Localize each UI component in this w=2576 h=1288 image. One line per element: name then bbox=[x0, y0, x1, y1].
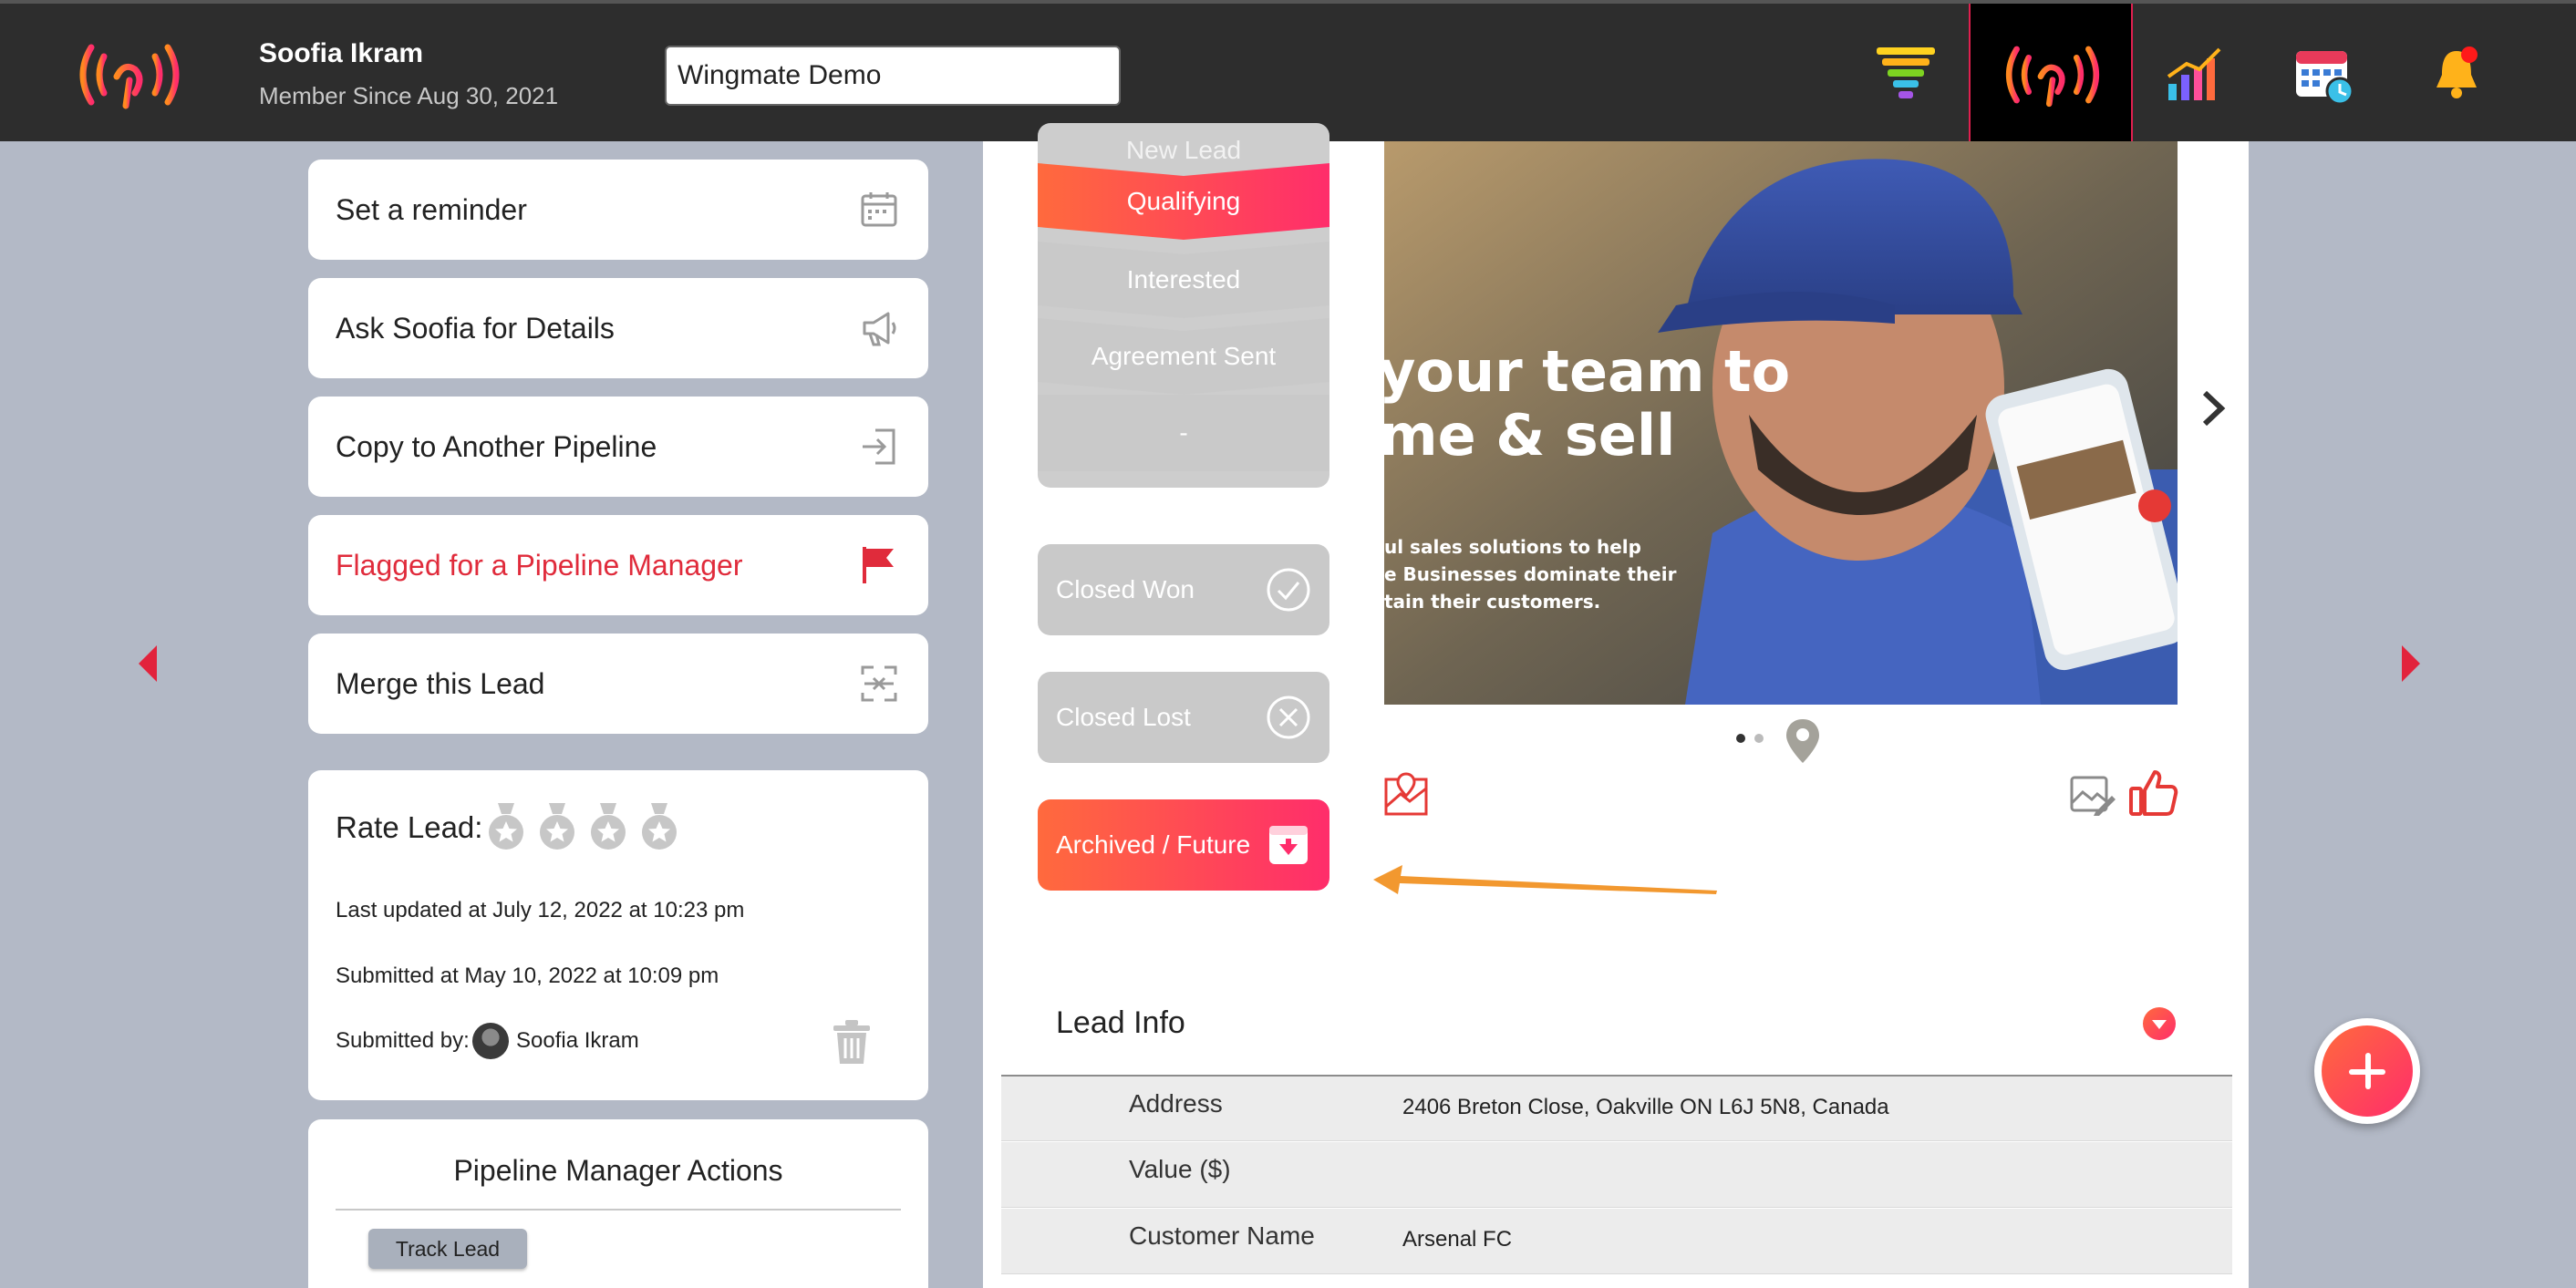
bell-icon[interactable] bbox=[2422, 40, 2491, 109]
photo-overlay-subtext: ul sales solutions to help e Businesses … bbox=[1384, 533, 1676, 615]
archived-future-label: Archived / Future bbox=[1056, 830, 1251, 859]
stage-interested[interactable]: Interested bbox=[1038, 242, 1329, 318]
info-key: Address bbox=[1129, 1089, 1223, 1118]
pipeline-selector[interactable]: Wingmate Demo bbox=[665, 46, 1121, 106]
location-pin-icon[interactable] bbox=[1784, 717, 1822, 765]
ask-details-label: Ask Soofia for Details bbox=[336, 311, 615, 345]
rating-star-icon[interactable] bbox=[638, 801, 680, 852]
closed-won-button[interactable]: Closed Won bbox=[1038, 544, 1329, 635]
info-value: Arsenal FC bbox=[1402, 1227, 1513, 1252]
merge-lead-button[interactable]: Merge this Lead bbox=[308, 634, 928, 734]
x-circle-icon bbox=[1267, 696, 1310, 739]
photo-overlay-line1: your team to bbox=[1384, 338, 1791, 405]
calendar-outline-icon bbox=[861, 192, 897, 227]
next-lead-arrow-icon[interactable] bbox=[2402, 645, 2420, 682]
submitter-name: Soofia Ikram bbox=[516, 1028, 639, 1053]
archived-future-button[interactable]: Archived / Future bbox=[1038, 799, 1329, 891]
photo-overlay-small2: e Businesses dominate their bbox=[1384, 563, 1677, 585]
flag-icon bbox=[863, 547, 894, 583]
calendar-icon[interactable] bbox=[2291, 40, 2360, 109]
rating-star-icon[interactable] bbox=[485, 801, 527, 852]
rate-lead-card: Rate Lead: Last updated at July 12, 2022… bbox=[308, 770, 928, 1100]
plus-icon bbox=[2322, 1025, 2413, 1117]
info-key: Value ($) bbox=[1129, 1155, 1231, 1183]
lead-info-collapse-icon[interactable] bbox=[2143, 1007, 2176, 1040]
stage-placeholder[interactable]: - bbox=[1038, 395, 1329, 471]
carousel-dot[interactable] bbox=[1754, 734, 1764, 743]
lead-info-row: Customer Name Arsenal FC bbox=[1001, 1208, 2232, 1274]
lead-main-panel: New Lead Qualifying Interested Agreement… bbox=[983, 123, 2249, 1288]
funnel-icon[interactable] bbox=[1871, 40, 1940, 109]
closed-won-label: Closed Won bbox=[1056, 575, 1195, 603]
lead-info-row: Value ($) bbox=[1001, 1141, 2232, 1208]
info-value: 2406 Breton Close, Oakville ON L6J 5N8, … bbox=[1402, 1095, 1889, 1119]
closed-lost-label: Closed Lost bbox=[1056, 703, 1191, 731]
move-in-icon bbox=[863, 428, 895, 465]
lead-photo[interactable]: your team to me & sell ul sales solution… bbox=[1384, 141, 2178, 705]
chart-icon[interactable] bbox=[2163, 40, 2232, 109]
stage-agreement-sent[interactable]: Agreement Sent bbox=[1038, 318, 1329, 395]
megaphone-icon bbox=[863, 312, 896, 346]
photo-overlay-line2: me & sell bbox=[1384, 402, 1676, 469]
set-reminder-label: Set a reminder bbox=[336, 192, 527, 226]
member-since: Member Since Aug 30, 2021 bbox=[259, 82, 559, 109]
rate-lead-label: Rate Lead: bbox=[336, 810, 483, 844]
submitted-by-label: Submitted by: bbox=[336, 1028, 470, 1053]
ask-details-button[interactable]: Ask Soofia for Details bbox=[308, 278, 928, 378]
rating-star-icon[interactable] bbox=[587, 801, 629, 852]
map-pin-icon[interactable] bbox=[1382, 770, 1430, 818]
flagged-manager-button[interactable]: Flagged for a Pipeline Manager bbox=[308, 515, 928, 615]
carousel-dot-active[interactable] bbox=[1736, 734, 1745, 743]
info-key: Customer Name bbox=[1129, 1221, 1315, 1250]
photo-overlay-small1: ul sales solutions to help bbox=[1384, 536, 1641, 558]
lead-info-row: Address 2406 Breton Close, Oakville ON L… bbox=[1001, 1075, 2232, 1141]
rating-star-icon[interactable] bbox=[536, 801, 578, 852]
stage-stepper: New Lead Qualifying Interested Agreement… bbox=[1038, 123, 1329, 488]
closed-lost-button[interactable]: Closed Lost bbox=[1038, 672, 1329, 763]
set-reminder-button[interactable]: Set a reminder bbox=[308, 160, 928, 260]
edit-photo-icon[interactable] bbox=[2068, 770, 2116, 818]
carousel-next-icon[interactable] bbox=[2196, 386, 2232, 431]
broadcast-logo-icon[interactable] bbox=[71, 36, 188, 113]
rating-stars bbox=[485, 801, 680, 852]
carousel-dots bbox=[1736, 734, 1764, 743]
flagged-manager-label: Flagged for a Pipeline Manager bbox=[336, 548, 743, 582]
lead-info-title: Lead Info bbox=[1056, 1005, 1185, 1040]
copy-pipeline-button[interactable]: Copy to Another Pipeline bbox=[308, 397, 928, 497]
add-lead-button[interactable] bbox=[2314, 1018, 2420, 1124]
nav-broadcast-active[interactable] bbox=[1969, 4, 2133, 145]
lead-info-table: Address 2406 Breton Close, Oakville ON L… bbox=[1001, 1075, 2232, 1274]
user-name: Soofia Ikram bbox=[259, 38, 424, 68]
annotation-arrow-icon bbox=[1373, 865, 1717, 894]
previous-lead-arrow-icon[interactable] bbox=[139, 645, 157, 682]
copy-pipeline-label: Copy to Another Pipeline bbox=[336, 429, 657, 463]
photo-overlay-small3: tain their customers. bbox=[1384, 591, 1601, 613]
divider bbox=[336, 1209, 901, 1211]
photo-overlay-headline: your team to me & sell bbox=[1384, 340, 1790, 468]
top-bar: Soofia Ikram Member Since Aug 30, 2021 W… bbox=[0, 0, 2576, 145]
submitted-at-text: Submitted at May 10, 2022 at 10:09 pm bbox=[336, 963, 719, 988]
trash-icon[interactable] bbox=[830, 1018, 874, 1066]
pipeline-manager-title: Pipeline Manager Actions bbox=[453, 1154, 783, 1187]
avatar bbox=[472, 1023, 509, 1059]
broadcast-icon bbox=[2005, 46, 2100, 108]
archive-box-icon bbox=[1269, 826, 1308, 864]
merge-lead-label: Merge this Lead bbox=[336, 666, 545, 700]
last-updated-text: Last updated at July 12, 2022 at 10:23 p… bbox=[336, 898, 745, 922]
thumbs-up-icon[interactable] bbox=[2127, 767, 2178, 818]
check-circle-icon bbox=[1267, 568, 1310, 612]
track-lead-button[interactable]: Track Lead bbox=[368, 1229, 527, 1269]
merge-icon bbox=[861, 665, 897, 702]
pipeline-manager-card: Pipeline Manager Actions Track Lead bbox=[308, 1119, 928, 1288]
